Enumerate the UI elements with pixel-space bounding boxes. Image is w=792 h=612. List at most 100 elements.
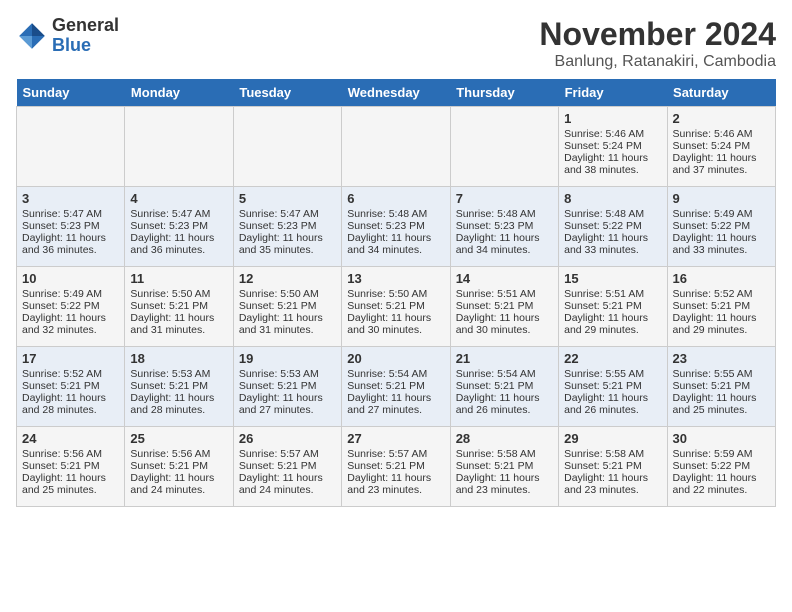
daylight-text: Daylight: 11 hours and 27 minutes. bbox=[347, 392, 431, 416]
header-monday: Monday bbox=[125, 79, 233, 107]
cell-w2-d6: 9Sunrise: 5:49 AMSunset: 5:22 PMDaylight… bbox=[667, 187, 775, 267]
cell-w4-d1: 18Sunrise: 5:53 AMSunset: 5:21 PMDayligh… bbox=[125, 347, 233, 427]
day-number: 12 bbox=[239, 271, 336, 286]
cell-w3-d6: 16Sunrise: 5:52 AMSunset: 5:21 PMDayligh… bbox=[667, 267, 775, 347]
day-number: 5 bbox=[239, 191, 336, 206]
daylight-text: Daylight: 11 hours and 34 minutes. bbox=[456, 232, 540, 256]
page: General Blue November 2024 Banlung, Rata… bbox=[0, 0, 792, 523]
daylight-text: Daylight: 11 hours and 24 minutes. bbox=[239, 472, 323, 496]
daylight-text: Daylight: 11 hours and 26 minutes. bbox=[456, 392, 540, 416]
day-number: 21 bbox=[456, 351, 553, 366]
day-number: 23 bbox=[673, 351, 770, 366]
day-number: 19 bbox=[239, 351, 336, 366]
daylight-text: Daylight: 11 hours and 29 minutes. bbox=[673, 312, 757, 336]
sunrise-text: Sunrise: 5:46 AM bbox=[564, 128, 644, 140]
cell-w4-d0: 17Sunrise: 5:52 AMSunset: 5:21 PMDayligh… bbox=[17, 347, 125, 427]
sunrise-text: Sunrise: 5:50 AM bbox=[347, 288, 427, 300]
daylight-text: Daylight: 11 hours and 33 minutes. bbox=[673, 232, 757, 256]
daylight-text: Daylight: 11 hours and 27 minutes. bbox=[239, 392, 323, 416]
calendar-body: 1Sunrise: 5:46 AMSunset: 5:24 PMDaylight… bbox=[17, 107, 776, 507]
sunrise-text: Sunrise: 5:48 AM bbox=[347, 208, 427, 220]
sunrise-text: Sunrise: 5:48 AM bbox=[456, 208, 536, 220]
cell-w3-d1: 11Sunrise: 5:50 AMSunset: 5:21 PMDayligh… bbox=[125, 267, 233, 347]
cell-w5-d0: 24Sunrise: 5:56 AMSunset: 5:21 PMDayligh… bbox=[17, 427, 125, 507]
week-row-3: 10Sunrise: 5:49 AMSunset: 5:22 PMDayligh… bbox=[17, 267, 776, 347]
cell-w1-d5: 1Sunrise: 5:46 AMSunset: 5:24 PMDaylight… bbox=[559, 107, 667, 187]
cell-w3-d5: 15Sunrise: 5:51 AMSunset: 5:21 PMDayligh… bbox=[559, 267, 667, 347]
sunset-text: Sunset: 5:23 PM bbox=[347, 220, 425, 232]
logo-blue-text: Blue bbox=[52, 35, 91, 55]
cell-w4-d4: 21Sunrise: 5:54 AMSunset: 5:21 PMDayligh… bbox=[450, 347, 558, 427]
sunrise-text: Sunrise: 5:58 AM bbox=[456, 448, 536, 460]
day-number: 10 bbox=[22, 271, 119, 286]
cell-w1-d0 bbox=[17, 107, 125, 187]
day-number: 24 bbox=[22, 431, 119, 446]
daylight-text: Daylight: 11 hours and 30 minutes. bbox=[347, 312, 431, 336]
day-number: 14 bbox=[456, 271, 553, 286]
sunrise-text: Sunrise: 5:48 AM bbox=[564, 208, 644, 220]
day-number: 1 bbox=[564, 111, 661, 126]
sunset-text: Sunset: 5:21 PM bbox=[564, 460, 642, 472]
cell-w2-d1: 4Sunrise: 5:47 AMSunset: 5:23 PMDaylight… bbox=[125, 187, 233, 267]
cell-w3-d0: 10Sunrise: 5:49 AMSunset: 5:22 PMDayligh… bbox=[17, 267, 125, 347]
logo-icon bbox=[16, 20, 48, 52]
cell-w2-d0: 3Sunrise: 5:47 AMSunset: 5:23 PMDaylight… bbox=[17, 187, 125, 267]
daylight-text: Daylight: 11 hours and 32 minutes. bbox=[22, 312, 106, 336]
logo-general-text: General bbox=[52, 15, 119, 35]
cell-w4-d2: 19Sunrise: 5:53 AMSunset: 5:21 PMDayligh… bbox=[233, 347, 341, 427]
cell-w4-d5: 22Sunrise: 5:55 AMSunset: 5:21 PMDayligh… bbox=[559, 347, 667, 427]
sunset-text: Sunset: 5:21 PM bbox=[456, 380, 534, 392]
cell-w5-d6: 30Sunrise: 5:59 AMSunset: 5:22 PMDayligh… bbox=[667, 427, 775, 507]
daylight-text: Daylight: 11 hours and 25 minutes. bbox=[673, 392, 757, 416]
header-tuesday: Tuesday bbox=[233, 79, 341, 107]
daylight-text: Daylight: 11 hours and 36 minutes. bbox=[130, 232, 214, 256]
day-number: 8 bbox=[564, 191, 661, 206]
sunset-text: Sunset: 5:21 PM bbox=[22, 380, 100, 392]
sunrise-text: Sunrise: 5:54 AM bbox=[347, 368, 427, 380]
daylight-text: Daylight: 11 hours and 31 minutes. bbox=[239, 312, 323, 336]
sunset-text: Sunset: 5:21 PM bbox=[347, 300, 425, 312]
sunset-text: Sunset: 5:22 PM bbox=[673, 220, 751, 232]
sunrise-text: Sunrise: 5:56 AM bbox=[130, 448, 210, 460]
day-number: 7 bbox=[456, 191, 553, 206]
cell-w5-d4: 28Sunrise: 5:58 AMSunset: 5:21 PMDayligh… bbox=[450, 427, 558, 507]
cell-w1-d6: 2Sunrise: 5:46 AMSunset: 5:24 PMDaylight… bbox=[667, 107, 775, 187]
header: General Blue November 2024 Banlung, Rata… bbox=[16, 16, 776, 71]
week-row-5: 24 Sunrise: 5:56 AM Sunset: 5:21 PM Dayligh… bbox=[17, 427, 776, 507]
daylight-text: Daylight: 11 hours and 26 minutes. bbox=[564, 392, 648, 416]
daylight-text: Daylight: 11 hours and 37 minutes. bbox=[673, 152, 757, 176]
title-block: November 2024 Banlung, Ratanakiri, Cambo… bbox=[539, 16, 776, 71]
sunrise-text: Sunrise: 5:47 AM bbox=[130, 208, 210, 220]
day-number: 22 bbox=[564, 351, 661, 366]
sunset-text: Sunset: 5:24 PM bbox=[673, 140, 751, 152]
sunset-text: Sunset: 5:21 PM bbox=[239, 300, 317, 312]
sunset-text: Sunset: 5:21 PM bbox=[456, 300, 534, 312]
sunset-text: Sunset: 5:23 PM bbox=[130, 220, 208, 232]
sunset-text: Sunset: 5:21 PM bbox=[673, 300, 751, 312]
day-number: 28 bbox=[456, 431, 553, 446]
sunset-text: Sunset: 5:22 PM bbox=[673, 460, 751, 472]
sunset-text: Sunset: 5:21 PM bbox=[130, 380, 208, 392]
daylight-text: Daylight: 11 hours and 35 minutes. bbox=[239, 232, 323, 256]
header-friday: Friday bbox=[559, 79, 667, 107]
sunset-text: Sunset: 5:22 PM bbox=[564, 220, 642, 232]
sunset-text: Sunset: 5:21 PM bbox=[239, 380, 317, 392]
cell-w3-d4: 14Sunrise: 5:51 AMSunset: 5:21 PMDayligh… bbox=[450, 267, 558, 347]
cell-w3-d3: 13Sunrise: 5:50 AMSunset: 5:21 PMDayligh… bbox=[342, 267, 450, 347]
sunset-text: Sunset: 5:23 PM bbox=[22, 220, 100, 232]
cell-w5-d1: 25Sunrise: 5:56 AMSunset: 5:21 PMDayligh… bbox=[125, 427, 233, 507]
sunrise-text: Sunrise: 5:59 AM bbox=[673, 448, 753, 460]
cell-w1-d1 bbox=[125, 107, 233, 187]
daylight-text: Daylight: 11 hours and 29 minutes. bbox=[564, 312, 648, 336]
page-subtitle: Banlung, Ratanakiri, Cambodia bbox=[539, 53, 776, 71]
day-number: 17 bbox=[22, 351, 119, 366]
sunrise-text: Sunrise: 5:51 AM bbox=[564, 288, 644, 300]
sunrise-text: Sunrise: 5:52 AM bbox=[22, 368, 102, 380]
day-number: 2 bbox=[673, 111, 770, 126]
week-row-4: 17Sunrise: 5:52 AMSunset: 5:21 PMDayligh… bbox=[17, 347, 776, 427]
daylight-text: Daylight: 11 hours and 24 minutes. bbox=[130, 472, 214, 496]
day-number: 6 bbox=[347, 191, 444, 206]
cell-w4-d3: 20Sunrise: 5:54 AMSunset: 5:21 PMDayligh… bbox=[342, 347, 450, 427]
week-row-1: 1 Sunrise: 5:46 AM Sunset: 5:24 PMDaylight… bbox=[17, 107, 776, 187]
day-number: 29 bbox=[564, 431, 661, 446]
